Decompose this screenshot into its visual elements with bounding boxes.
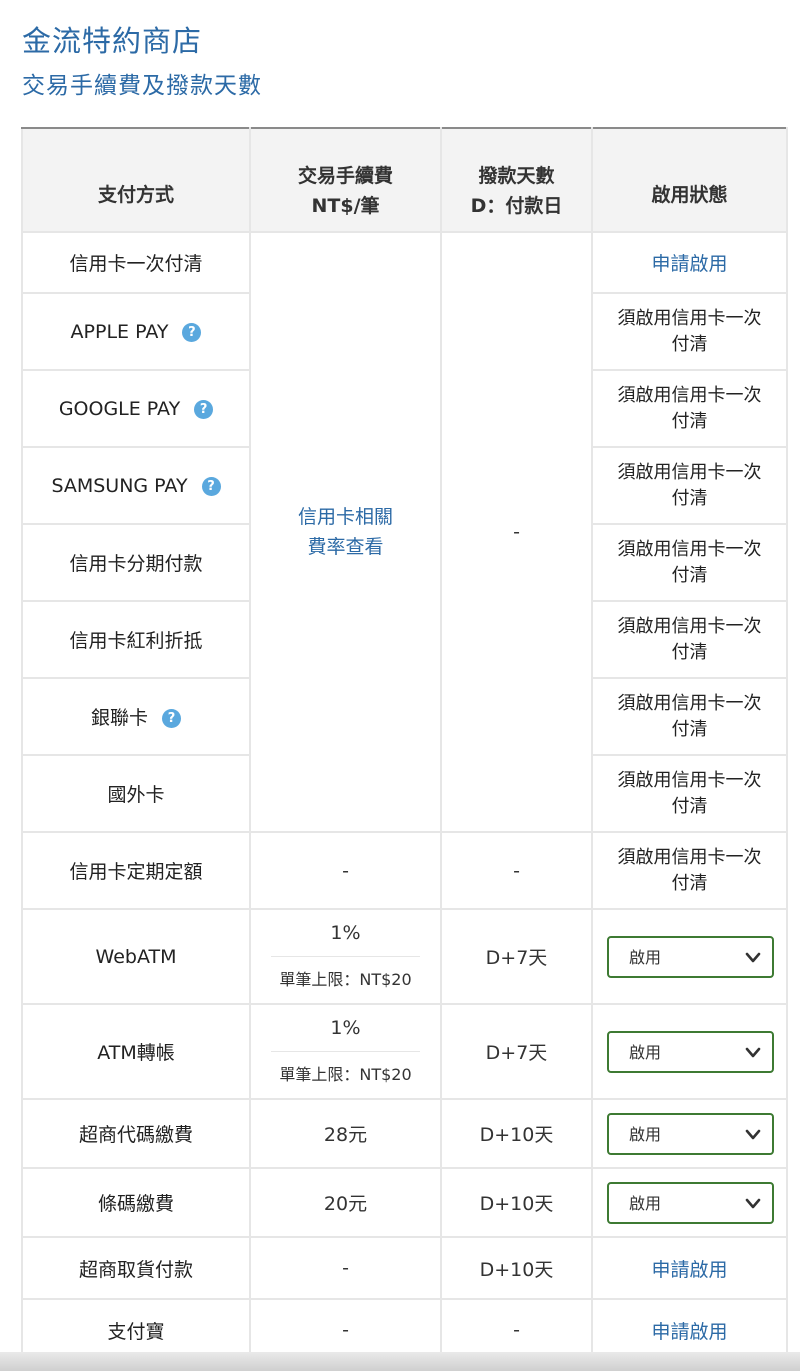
status-select[interactable]: 啟用 — [607, 1181, 774, 1224]
select-value: 啟用 — [629, 1193, 662, 1213]
status-note: 須啟用信用卡一次付清 — [591, 754, 788, 833]
status-note: 須啟用信用卡一次付清 — [591, 523, 788, 602]
chevron-down-icon — [745, 1047, 761, 1057]
method-name: 超商代碼繳費 — [21, 1098, 251, 1169]
chevron-down-icon — [745, 952, 761, 962]
chevron-down-icon — [745, 1198, 761, 1208]
select-value: 啟用 — [629, 947, 662, 967]
credit-fee-link[interactable]: 信用卡相關 費率查看 — [249, 231, 442, 833]
method-name: 條碼繳費 — [21, 1167, 251, 1238]
help-circle-icon[interactable]: ? — [201, 476, 221, 496]
method-cell: APPLE PAY? — [21, 292, 251, 371]
header-fee: 交易手續費 NT$/筆 — [249, 127, 442, 233]
method-name: WebATM — [21, 908, 251, 1005]
apply-enable-link[interactable]: 申請啟用 — [591, 231, 788, 294]
status-cell: 啟用 — [591, 1167, 788, 1238]
status-note: 須啟用信用卡一次付清 — [591, 677, 788, 756]
method-name: 信用卡一次付清 — [21, 231, 251, 294]
status-select[interactable]: 啟用 — [607, 1030, 774, 1073]
help-circle-icon[interactable]: ? — [182, 322, 202, 342]
days-value: D+10天 — [440, 1098, 593, 1169]
select-value: 啟用 — [629, 1042, 662, 1062]
status-note: 須啟用信用卡一次付清 — [591, 292, 788, 371]
page-title: 金流特約商店 — [22, 24, 203, 58]
page-subtitle: 交易手續費及撥款天數 — [22, 73, 262, 99]
table-header-row: 支付方式 交易手續費 NT$/筆 撥款天數 D：付款日 啟用狀態 — [21, 127, 788, 233]
fee-cap: 單筆上限：NT$20 — [279, 970, 412, 989]
table-row: 信用卡定期定額 - - 須啟用信用卡一次付清 — [21, 831, 788, 910]
fee-cell: 1% 單筆上限：NT$20 — [249, 1003, 442, 1100]
fee-value: - — [249, 1236, 442, 1300]
status-select[interactable]: 啟用 — [607, 1112, 774, 1155]
days-value: D+10天 — [440, 1236, 593, 1300]
method-name: 超商取貨付款 — [21, 1236, 251, 1300]
status-cell: 啟用 — [591, 1003, 788, 1100]
table-row: 信用卡一次付清 信用卡相關 費率查看 - 申請啟用 — [21, 231, 788, 833]
credit-days: - — [440, 231, 593, 833]
status-cell: 啟用 — [591, 908, 788, 1005]
table-row: 超商取貨付款 - D+10天 申請啟用 — [21, 1236, 788, 1300]
select-value: 啟用 — [629, 1124, 662, 1144]
header-method: 支付方式 — [21, 127, 251, 233]
status-cell: 啟用 — [591, 1098, 788, 1169]
days-value: D+10天 — [440, 1167, 593, 1238]
table-row: 條碼繳費 20元 D+10天 啟用 — [21, 1167, 788, 1238]
days-value: D+7天 — [440, 1003, 593, 1100]
help-circle-icon[interactable]: ? — [194, 399, 214, 419]
fee-cap: 單筆上限：NT$20 — [279, 1065, 412, 1084]
fee-value: 20元 — [249, 1167, 442, 1238]
method-name: 國外卡 — [21, 754, 251, 833]
table-row: WebATM 1% 單筆上限：NT$20 D+7天 啟用 — [21, 908, 788, 1005]
status-note: 須啟用信用卡一次付清 — [591, 600, 788, 679]
status-select[interactable]: 啟用 — [607, 935, 774, 978]
table-row: ATM轉帳 1% 單筆上限：NT$20 D+7天 啟用 — [21, 1003, 788, 1100]
method-name: ATM轉帳 — [21, 1003, 251, 1100]
table-row: 超商代碼繳費 28元 D+10天 啟用 — [21, 1098, 788, 1169]
fee-value: 1% — [271, 910, 420, 957]
method-cell: 銀聯卡? — [21, 677, 251, 756]
status-note: 須啟用信用卡一次付清 — [591, 446, 788, 525]
method-name: 信用卡紅利折抵 — [21, 600, 251, 679]
fee-table: 支付方式 交易手續費 NT$/筆 撥款天數 D：付款日 啟用狀態 信用卡一次付清 信… — [21, 127, 788, 1362]
days-value: - — [440, 831, 593, 910]
method-name: GOOGLE PAY — [58, 397, 181, 420]
method-name: 信用卡分期付款 — [21, 523, 251, 602]
method-cell: SAMSUNG PAY? — [21, 446, 251, 525]
header-status: 啟用狀態 — [591, 127, 788, 233]
fee-value: 1% — [271, 1005, 420, 1052]
method-cell: GOOGLE PAY? — [21, 369, 251, 448]
method-name: 銀聯卡 — [90, 707, 148, 729]
apply-enable-link[interactable]: 申請啟用 — [591, 1236, 788, 1300]
chevron-down-icon — [745, 1129, 761, 1139]
method-name: APPLE PAY — [70, 320, 169, 343]
method-name: SAMSUNG PAY — [51, 474, 188, 497]
fee-value: 28元 — [249, 1098, 442, 1169]
days-value: D+7天 — [440, 908, 593, 1005]
fee-value: - — [249, 831, 442, 910]
fee-cell: 1% 單筆上限：NT$20 — [249, 908, 442, 1005]
bottom-shadow — [0, 1352, 800, 1371]
status-note: 須啟用信用卡一次付清 — [591, 831, 788, 910]
help-circle-icon[interactable]: ? — [162, 709, 181, 728]
method-name: 信用卡定期定額 — [21, 831, 251, 910]
status-note: 須啟用信用卡一次付清 — [591, 369, 788, 448]
header-days: 撥款天數 D：付款日 — [440, 127, 593, 233]
